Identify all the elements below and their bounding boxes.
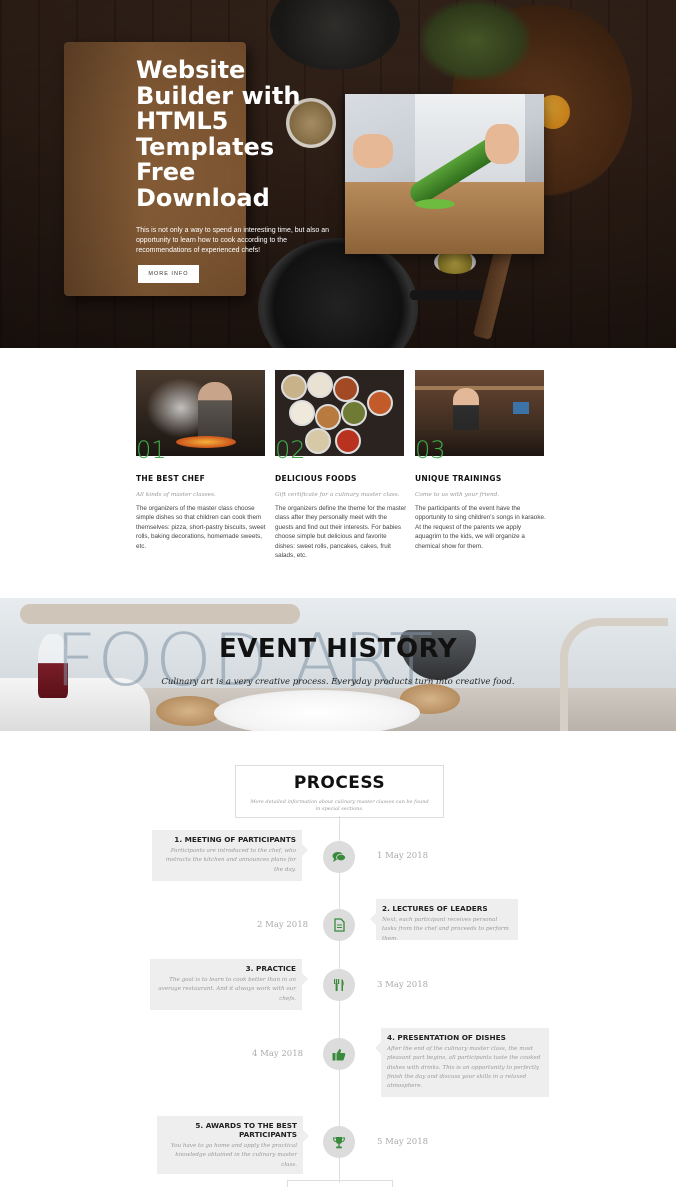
timeline-icon bbox=[323, 909, 355, 941]
hero-photo bbox=[345, 94, 544, 254]
spice-bowl bbox=[305, 428, 331, 454]
hero-section: Website Builder with HTML5 Templates Fre… bbox=[0, 0, 676, 348]
bar-shelf bbox=[415, 386, 544, 390]
timeline-item: 5. AWARDS TO THE BEST PARTICIPANTS You h… bbox=[157, 1116, 309, 1174]
process-title: PROCESS bbox=[293, 773, 386, 793]
hero-overlay bbox=[0, 0, 676, 348]
feature-card: 01 THE BEST CHEF All kinds of master cla… bbox=[136, 370, 266, 550]
timeline-item-text: Participants are introduced to the chef,… bbox=[165, 848, 296, 873]
spice-bowl bbox=[281, 374, 307, 400]
timeline-item: 3. PRACTICE The goal is to learn to cook… bbox=[150, 959, 308, 1010]
event-history-title: EVENT HISTORY bbox=[218, 634, 458, 664]
feature-text: The participants of the event have the o… bbox=[415, 505, 546, 550]
spice-bowl bbox=[367, 390, 393, 416]
feature-text: The organizers of the master class choos… bbox=[136, 505, 266, 550]
timeline-item-text: The goal is to learn to cook better than… bbox=[158, 977, 296, 1002]
feature-title[interactable]: THE BEST CHEF bbox=[136, 474, 205, 483]
feature-text: The organizers define the theme for the … bbox=[275, 505, 407, 560]
next-section-box bbox=[287, 1180, 393, 1187]
spice-bowl bbox=[335, 428, 361, 454]
timeline-date: 5 May 2018 bbox=[377, 1137, 429, 1147]
timeline-icon bbox=[323, 1038, 355, 1070]
timeline-date: 4 May 2018 bbox=[252, 1049, 304, 1059]
trophy-icon bbox=[332, 1136, 346, 1148]
feature-subtitle: All kinds of master classes. bbox=[136, 492, 216, 498]
timeline-item-text: Next, each participant receives personal… bbox=[382, 917, 509, 942]
thumbs-up-icon bbox=[332, 1048, 346, 1060]
cutlery-icon bbox=[334, 979, 344, 991]
more-info-button[interactable]: MORE INFO bbox=[138, 265, 199, 283]
feature-number: 01 bbox=[136, 436, 167, 464]
timeline-item-title: 4. PRESENTATION OF DISHES bbox=[387, 1033, 506, 1042]
hero-photo-hand-right bbox=[485, 124, 519, 164]
fire-shape bbox=[176, 436, 236, 448]
spice-bowl bbox=[315, 404, 341, 430]
timeline-item-text: You have to go home and apply the practi… bbox=[170, 1143, 297, 1168]
feature-title[interactable]: UNIQUE TRAININGS bbox=[415, 474, 502, 483]
spice-bowl bbox=[307, 372, 333, 398]
spice-bowl bbox=[289, 400, 315, 426]
spice-bowl bbox=[333, 376, 359, 402]
process-subtitle: More detailed information about culinary… bbox=[250, 799, 429, 812]
timeline-item-title: 5. AWARDS TO THE BEST PARTICIPANTS bbox=[195, 1121, 297, 1139]
timeline-item: 1. MEETING OF PARTICIPANTS Participants … bbox=[152, 830, 308, 881]
timeline-item-text: After the end of the culinary master cla… bbox=[387, 1046, 541, 1090]
timeline-date: 3 May 2018 bbox=[377, 980, 429, 990]
timeline-item-title: 1. MEETING OF PARTICIPANTS bbox=[174, 835, 296, 844]
hero-photo-slice bbox=[415, 199, 455, 209]
timeline-icon bbox=[323, 1126, 355, 1158]
process-header: PROCESS More detailed information about … bbox=[235, 765, 444, 818]
hero-description: This is not only a way to spend an inter… bbox=[136, 227, 329, 254]
timeline-item-title: 3. PRACTICE bbox=[245, 964, 296, 973]
feature-card: 03 UNIQUE TRAININGS Come to us with your… bbox=[415, 370, 546, 550]
comments-icon bbox=[332, 852, 346, 862]
hero-photo-hand-left bbox=[353, 134, 393, 168]
document-icon bbox=[333, 918, 345, 932]
bar-screen bbox=[513, 402, 529, 414]
feature-card: 02 DELICIOUS FOODS Gift certificate for … bbox=[275, 370, 406, 559]
event-history-subtitle: Culinary art is a very creative process.… bbox=[161, 677, 515, 687]
chef-figure bbox=[198, 382, 232, 442]
timeline-icon bbox=[323, 969, 355, 1001]
feature-subtitle: Come to us with your friend. bbox=[415, 492, 500, 498]
timeline-item: 4. PRESENTATION OF DISHES After the end … bbox=[375, 1028, 549, 1097]
timeline-item: 2. LECTURES OF LEADERS Next, each partic… bbox=[370, 899, 518, 942]
feature-number: 02 bbox=[275, 436, 306, 464]
feature-subtitle: Gift certificate for a culinary master c… bbox=[275, 492, 400, 498]
timeline-date: 2 May 2018 bbox=[257, 920, 309, 930]
spice-bowl bbox=[341, 400, 367, 426]
timeline-date: 1 May 2018 bbox=[377, 851, 429, 861]
timeline-item-title: 2. LECTURES OF LEADERS bbox=[382, 904, 488, 913]
feature-title[interactable]: DELICIOUS FOODS bbox=[275, 474, 357, 483]
hero-title: Website Builder with HTML5 Templates Fre… bbox=[136, 56, 301, 212]
hero-photo-board bbox=[345, 182, 544, 254]
timeline-icon bbox=[323, 841, 355, 873]
feature-number: 03 bbox=[415, 436, 446, 464]
